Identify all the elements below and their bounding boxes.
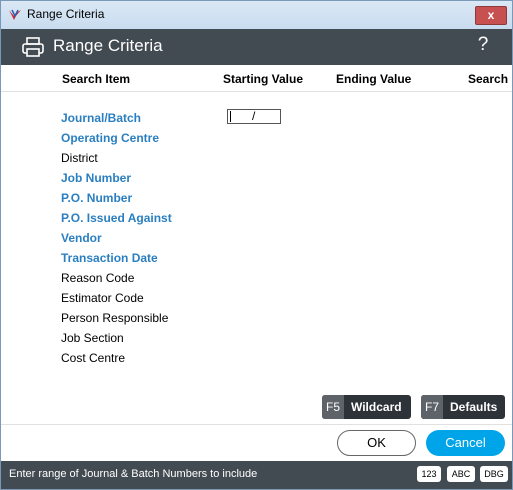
range-criteria-window: Range Criteria x Range Criteria ? Search…	[0, 0, 513, 490]
search-item-vendor[interactable]: Vendor	[61, 228, 172, 248]
column-search: Search	[468, 72, 509, 86]
numeric-mode-badge[interactable]: 123	[417, 466, 441, 482]
column-ending-value: Ending Value	[336, 72, 412, 86]
search-item-job-number[interactable]: Job Number	[61, 168, 172, 188]
cancel-button[interactable]: Cancel	[426, 430, 505, 456]
search-item-operating-centre[interactable]: Operating Centre	[61, 128, 172, 148]
wildcard-button[interactable]: F5 Wildcard	[322, 395, 411, 419]
ok-button[interactable]: OK	[337, 430, 416, 456]
journal-batch-separator: /	[252, 109, 256, 123]
search-item-transaction-date[interactable]: Transaction Date	[61, 248, 172, 268]
search-item-list: Journal/Batch Operating Centre District …	[61, 108, 172, 368]
search-item-district[interactable]: District	[61, 148, 172, 168]
search-item-po-number[interactable]: P.O. Number	[61, 188, 172, 208]
status-message: Enter range of Journal & Batch Numbers t…	[9, 468, 258, 480]
page-title: Range Criteria	[53, 36, 163, 55]
app-logo-icon	[9, 9, 21, 20]
search-item-person-responsible[interactable]: Person Responsible	[61, 308, 172, 328]
search-item-job-section[interactable]: Job Section	[61, 328, 172, 348]
debug-mode-badge[interactable]: DBG	[480, 466, 508, 482]
search-item-reason-code[interactable]: Reason Code	[61, 268, 172, 288]
wildcard-key: F5	[322, 395, 344, 419]
search-item-cost-centre[interactable]: Cost Centre	[61, 348, 172, 368]
dialog-header: Range Criteria ?	[1, 29, 512, 65]
column-headers: Search Item Starting Value Ending Value …	[1, 65, 512, 92]
window-title: Range Criteria	[27, 7, 105, 21]
search-item-po-issued-against[interactable]: P.O. Issued Against	[61, 208, 172, 228]
divider	[1, 424, 512, 425]
defaults-button[interactable]: F7 Defaults	[421, 395, 505, 419]
help-icon[interactable]: ?	[472, 34, 494, 58]
column-starting-value: Starting Value	[223, 72, 304, 86]
title-bar: Range Criteria x	[1, 1, 512, 29]
printer-icon	[22, 37, 44, 57]
text-caret	[230, 111, 231, 122]
defaults-key: F7	[421, 395, 443, 419]
status-bar: Enter range of Journal & Batch Numbers t…	[1, 461, 512, 489]
search-item-estimator-code[interactable]: Estimator Code	[61, 288, 172, 308]
search-item-journal-batch[interactable]: Journal/Batch	[61, 108, 172, 128]
journal-batch-starting-input[interactable]: /	[227, 109, 281, 124]
alpha-mode-badge[interactable]: ABC	[447, 466, 475, 482]
close-button[interactable]: x	[475, 6, 507, 25]
wildcard-label: Wildcard	[351, 400, 402, 414]
column-search-item: Search Item	[62, 72, 131, 86]
defaults-label: Defaults	[450, 400, 498, 414]
